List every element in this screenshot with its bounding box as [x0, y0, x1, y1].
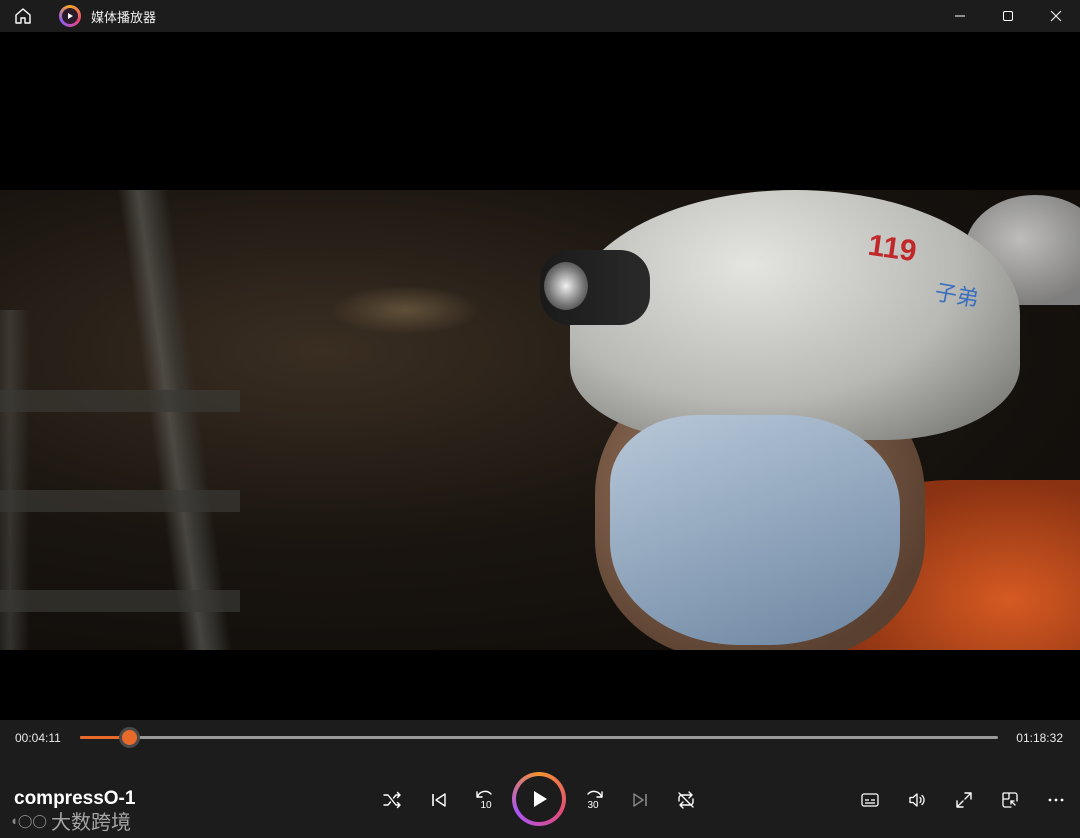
close-button[interactable]	[1032, 0, 1080, 32]
maximize-button[interactable]	[984, 0, 1032, 32]
previous-icon	[432, 793, 446, 807]
close-icon	[1050, 10, 1062, 22]
subtitles-button[interactable]	[854, 784, 886, 816]
next-button[interactable]	[624, 784, 656, 816]
maximize-icon	[1003, 11, 1013, 21]
watermark-text: 大数跨境	[50, 812, 131, 834]
home-button[interactable]	[7, 0, 39, 32]
media-player-app-icon	[59, 5, 81, 27]
repeat-icon	[678, 791, 694, 809]
volume-icon	[909, 793, 925, 807]
helmet-number: 119	[866, 228, 919, 269]
previous-button[interactable]	[423, 784, 455, 816]
minimize-icon	[955, 15, 965, 17]
title-bar: 媒体播放器	[0, 0, 1080, 32]
skip-forward-30-button[interactable]: 30	[578, 784, 610, 816]
watermark: ◖◯◯ 大数跨境	[10, 806, 131, 835]
seek-slider[interactable]	[80, 730, 998, 745]
fullscreen-button[interactable]	[948, 784, 980, 816]
play-icon	[534, 791, 547, 807]
skip-back-10-button[interactable]: 10	[469, 784, 501, 816]
play-button[interactable]	[512, 772, 566, 826]
next-icon	[633, 793, 647, 807]
total-time: 01:18:32	[1016, 731, 1063, 745]
watermark-logo-icon: ◖◯◯	[10, 812, 47, 828]
home-icon	[15, 8, 31, 24]
skip-forward-label: 30	[587, 800, 599, 811]
seek-bar-row: 00:04:11 01:18:32	[0, 720, 1080, 756]
subtitles-icon	[861, 793, 879, 807]
minimize-button[interactable]	[936, 0, 984, 32]
video-viewport[interactable]: 119 子弟	[0, 32, 1080, 720]
current-time: 00:04:11	[15, 731, 61, 745]
skip-back-label: 10	[480, 800, 492, 811]
repeat-button[interactable]	[670, 784, 702, 816]
mini-player-button[interactable]	[994, 784, 1026, 816]
skip-forward-30-icon: 30	[587, 790, 603, 811]
shuffle-button[interactable]	[376, 784, 408, 816]
mini-player-icon	[1002, 792, 1018, 808]
headlamp	[540, 250, 650, 325]
more-icon	[1048, 798, 1064, 802]
skip-back-10-icon: 10	[476, 790, 492, 811]
control-bar: compressO-1 ◖◯◯ 大数跨境 10 30	[0, 756, 1080, 838]
more-button[interactable]	[1040, 784, 1072, 816]
video-frame: 119 子弟	[0, 190, 1080, 650]
shuffle-icon	[383, 791, 401, 809]
volume-button[interactable]	[901, 784, 933, 816]
window-title: 媒体播放器	[91, 9, 157, 25]
seek-thumb[interactable]	[121, 730, 137, 745]
fullscreen-icon	[956, 792, 972, 808]
